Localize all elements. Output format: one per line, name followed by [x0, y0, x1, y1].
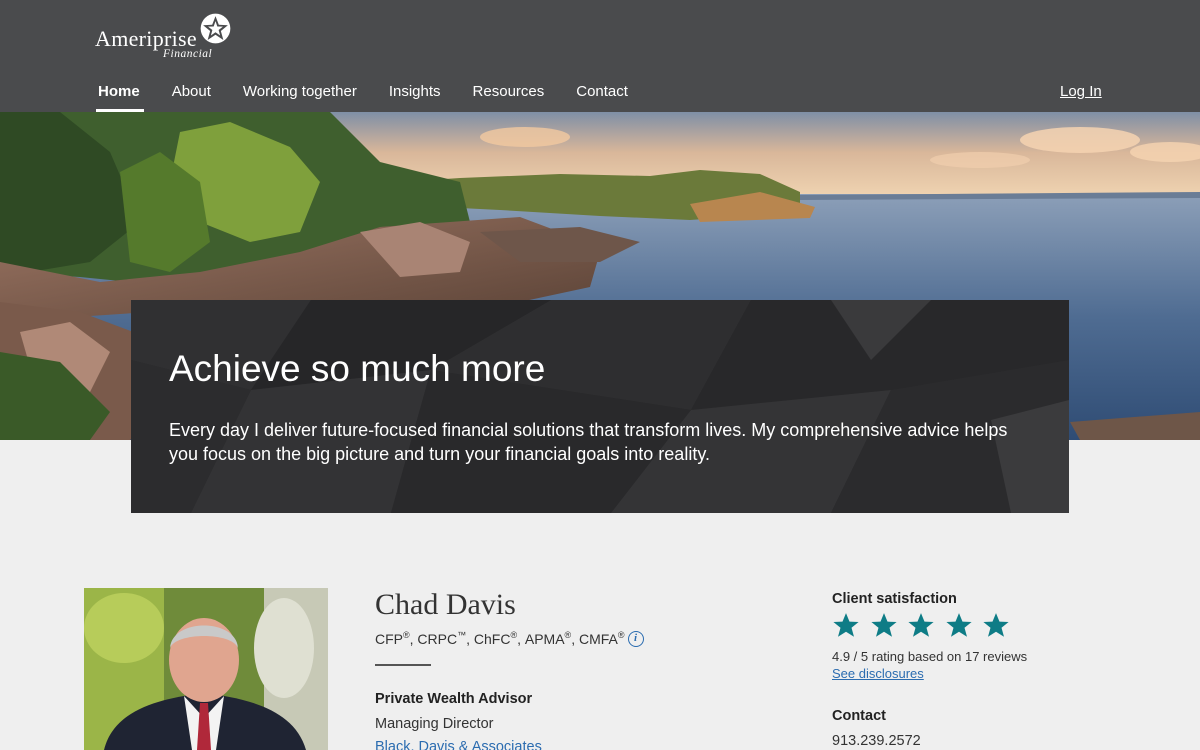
info-icon[interactable]: i — [627, 630, 644, 647]
see-disclosures-link[interactable]: See disclosures — [832, 666, 924, 681]
star-icon — [945, 613, 972, 637]
contact-heading: Contact — [832, 708, 886, 724]
nav-item-insights[interactable]: Insights — [389, 82, 441, 112]
site-header: Ameriprise Financial Home About Working … — [0, 0, 1200, 112]
advisor-credentials: CFP®, CRPC™, ChFC®, APMA®, CMFA® i — [375, 630, 644, 647]
logo-submark: Financial — [163, 48, 213, 60]
star-icon — [870, 613, 897, 637]
hero-title: Achieve so much more — [169, 348, 546, 389]
credential-crpc: CRPC™ — [417, 630, 467, 647]
credential-cfp: CFP® — [375, 630, 410, 647]
nav-item-about[interactable]: About — [172, 82, 211, 112]
advisor-firm-link[interactable]: Black, Davis & Associates — [375, 739, 542, 750]
advisor-portrait-image — [84, 588, 328, 750]
name-divider — [375, 664, 431, 666]
advisor-role: Private Wealth Advisor — [375, 691, 533, 707]
star-icon — [833, 613, 859, 637]
nav-item-home[interactable]: Home — [96, 82, 144, 112]
hero-description: Every day I deliver future-focused finan… — [169, 420, 1008, 464]
star-logo-icon — [200, 13, 231, 44]
star-icon — [983, 613, 1009, 637]
login-link[interactable]: Log In — [1060, 82, 1102, 102]
rating-text: 4.9 / 5 rating based on 17 reviews — [832, 649, 1028, 664]
credential-chfc: ChFC® — [473, 630, 518, 647]
advisor-title: Managing Director — [375, 716, 494, 732]
banner-texture — [131, 300, 1069, 513]
star-icon — [908, 613, 934, 637]
rating-stars — [832, 612, 1020, 639]
ameriprise-logo[interactable]: Ameriprise Financial — [95, 12, 240, 62]
nav-item-working-together[interactable]: Working together — [243, 82, 357, 112]
credential-cmfa: CMFA® — [578, 630, 625, 647]
credential-apma: APMA® — [524, 630, 572, 647]
nav-item-resources[interactable]: Resources — [473, 82, 545, 112]
client-satisfaction-heading: Client satisfaction — [832, 591, 957, 607]
advisor-photo — [84, 588, 328, 750]
contact-phone[interactable]: 913.239.2572 — [832, 733, 921, 749]
hero-banner: Achieve so much more Every day I deliver… — [131, 300, 1069, 513]
main-nav: Home About Working together Insights Res… — [96, 82, 660, 112]
advisor-name: Chad Davis — [375, 588, 516, 621]
nav-item-contact[interactable]: Contact — [576, 82, 628, 112]
